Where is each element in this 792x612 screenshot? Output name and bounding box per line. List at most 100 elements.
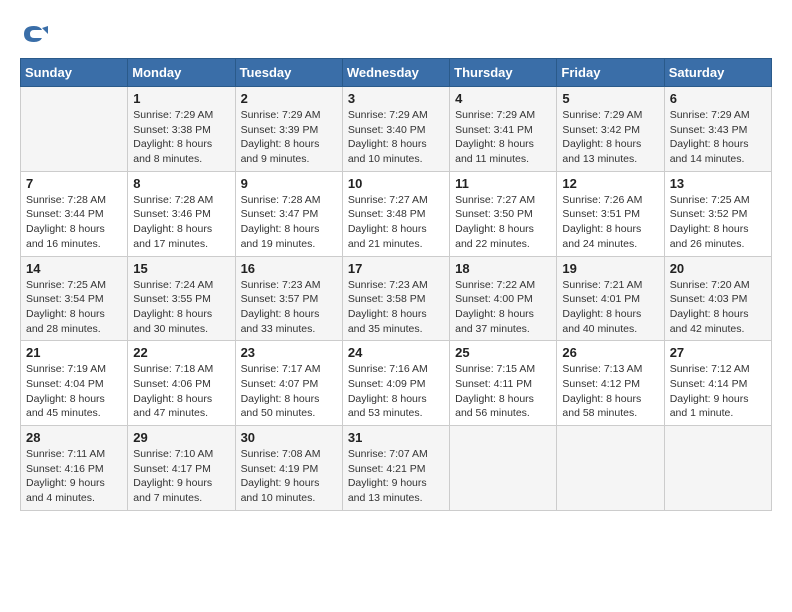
header-day-tuesday: Tuesday: [235, 59, 342, 87]
week-row-3: 14 Sunrise: 7:25 AMSunset: 3:54 PMDayligh…: [21, 256, 772, 341]
day-number: 25: [455, 345, 551, 360]
day-number: 17: [348, 261, 444, 276]
cell-info: Sunrise: 7:08 AMSunset: 4:19 PMDaylight:…: [241, 447, 337, 506]
calendar-cell: 11Sunrise: 7:27 AMSunset: 3:50 PMDayligh…: [450, 171, 557, 256]
calendar-cell: 6Sunrise: 7:29 AMSunset: 3:43 PMDaylight…: [664, 87, 771, 172]
day-number: 4: [455, 91, 551, 106]
calendar-cell: 19 Sunrise: 7:21 AMSunset: 4:01 PMDayligh…: [557, 256, 664, 341]
day-number: 28: [26, 430, 122, 445]
cell-info: Sunrise: 7:25 AMSunset: 3:54 PMDaylight:…: [26, 278, 122, 337]
cell-info: Sunrise: 7:25 AMSunset: 3:52 PMDaylight:…: [670, 193, 766, 252]
cell-info: Sunrise: 7:29 AMSunset: 3:38 PMDaylight:…: [133, 108, 229, 167]
day-number: 31: [348, 430, 444, 445]
header-day-sunday: Sunday: [21, 59, 128, 87]
day-number: 2: [241, 91, 337, 106]
calendar-cell: 14 Sunrise: 7:25 AMSunset: 3:54 PMDayligh…: [21, 256, 128, 341]
calendar-cell: 31Sunrise: 7:07 AMSunset: 4:21 PMDayligh…: [342, 426, 449, 511]
cell-info: Sunrise: 7:29 AMSunset: 3:43 PMDaylight:…: [670, 108, 766, 167]
cell-info: Sunrise: 7:29 AMSunset: 3:40 PMDaylight:…: [348, 108, 444, 167]
week-row-2: 7 Sunrise: 7:28 AMSunset: 3:44 PMDaylight…: [21, 171, 772, 256]
cell-info: Sunrise: 7:27 AMSunset: 3:48 PMDaylight:…: [348, 193, 444, 252]
day-number: 8: [133, 176, 229, 191]
calendar-cell: 7 Sunrise: 7:28 AMSunset: 3:44 PMDaylight…: [21, 171, 128, 256]
calendar-cell: 12 Sunrise: 7:26 AMSunset: 3:51 PMDayligh…: [557, 171, 664, 256]
day-number: 1: [133, 91, 229, 106]
calendar-cell: 10Sunrise: 7:27 AMSunset: 3:48 PMDayligh…: [342, 171, 449, 256]
cell-info: Sunrise: 7:11 AMSunset: 4:16 PMDaylight:…: [26, 447, 122, 506]
day-number: 27: [670, 345, 766, 360]
calendar-cell: 24Sunrise: 7:16 AMSunset: 4:09 PMDayligh…: [342, 341, 449, 426]
calendar-cell: [557, 426, 664, 511]
calendar-cell: 28 Sunrise: 7:11 AMSunset: 4:16 PMDayligh…: [21, 426, 128, 511]
cell-info: Sunrise: 7:29 AMSunset: 3:39 PMDaylight:…: [241, 108, 337, 167]
calendar-cell: 25 Sunrise: 7:15 AMSunset: 4:11 PMDayligh…: [450, 341, 557, 426]
day-number: 19: [562, 261, 658, 276]
cell-info: Sunrise: 7:28 AMSunset: 3:44 PMDaylight:…: [26, 193, 122, 252]
cell-info: Sunrise: 7:18 AMSunset: 4:06 PMDaylight:…: [133, 362, 229, 421]
logo-icon: [20, 20, 48, 48]
header-day-thursday: Thursday: [450, 59, 557, 87]
cell-info: Sunrise: 7:23 AMSunset: 3:57 PMDaylight:…: [241, 278, 337, 337]
day-number: 21: [26, 345, 122, 360]
cell-info: Sunrise: 7:29 AMSunset: 3:41 PMDaylight:…: [455, 108, 551, 167]
calendar-cell: [450, 426, 557, 511]
header-day-friday: Friday: [557, 59, 664, 87]
cell-info: Sunrise: 7:15 AMSunset: 4:11 PMDaylight:…: [455, 362, 551, 421]
cell-info: Sunrise: 7:19 AMSunset: 4:04 PMDaylight:…: [26, 362, 122, 421]
cell-info: Sunrise: 7:23 AMSunset: 3:58 PMDaylight:…: [348, 278, 444, 337]
day-number: 5: [562, 91, 658, 106]
cell-info: Sunrise: 7:29 AMSunset: 3:42 PMDaylight:…: [562, 108, 658, 167]
calendar-cell: 27 Sunrise: 7:12 AMSunset: 4:14 PMDayligh…: [664, 341, 771, 426]
calendar-cell: 20Sunrise: 7:20 AMSunset: 4:03 PMDayligh…: [664, 256, 771, 341]
cell-info: Sunrise: 7:28 AMSunset: 3:47 PMDaylight:…: [241, 193, 337, 252]
calendar-cell: 3 Sunrise: 7:29 AMSunset: 3:40 PMDaylight…: [342, 87, 449, 172]
header-day-monday: Monday: [128, 59, 235, 87]
day-number: 12: [562, 176, 658, 191]
week-row-4: 21 Sunrise: 7:19 AMSunset: 4:04 PMDayligh…: [21, 341, 772, 426]
calendar-cell: 8 Sunrise: 7:28 AMSunset: 3:46 PMDaylight…: [128, 171, 235, 256]
calendar-cell: 9 Sunrise: 7:28 AMSunset: 3:47 PMDaylight…: [235, 171, 342, 256]
calendar-cell: 15Sunrise: 7:24 AMSunset: 3:55 PMDayligh…: [128, 256, 235, 341]
day-number: 24: [348, 345, 444, 360]
calendar-cell: [21, 87, 128, 172]
day-number: 13: [670, 176, 766, 191]
header-row: SundayMondayTuesdayWednesdayThursdayFrid…: [21, 59, 772, 87]
calendar-cell: 5 Sunrise: 7:29 AMSunset: 3:42 PMDaylight…: [557, 87, 664, 172]
calendar-cell: 17 Sunrise: 7:23 AMSunset: 3:58 PMDayligh…: [342, 256, 449, 341]
week-row-1: 1 Sunrise: 7:29 AMSunset: 3:38 PMDaylight…: [21, 87, 772, 172]
cell-info: Sunrise: 7:21 AMSunset: 4:01 PMDaylight:…: [562, 278, 658, 337]
calendar-cell: 29Sunrise: 7:10 AMSunset: 4:17 PMDayligh…: [128, 426, 235, 511]
cell-info: Sunrise: 7:26 AMSunset: 3:51 PMDaylight:…: [562, 193, 658, 252]
calendar-cell: 21 Sunrise: 7:19 AMSunset: 4:04 PMDayligh…: [21, 341, 128, 426]
header-day-saturday: Saturday: [664, 59, 771, 87]
day-number: 7: [26, 176, 122, 191]
cell-info: Sunrise: 7:22 AMSunset: 4:00 PMDaylight:…: [455, 278, 551, 337]
calendar-cell: 30 Sunrise: 7:08 AMSunset: 4:19 PMDayligh…: [235, 426, 342, 511]
header-day-wednesday: Wednesday: [342, 59, 449, 87]
cell-info: Sunrise: 7:17 AMSunset: 4:07 PMDaylight:…: [241, 362, 337, 421]
calendar-cell: 22 Sunrise: 7:18 AMSunset: 4:06 PMDayligh…: [128, 341, 235, 426]
day-number: 14: [26, 261, 122, 276]
calendar-cell: 16Sunrise: 7:23 AMSunset: 3:57 PMDayligh…: [235, 256, 342, 341]
cell-info: Sunrise: 7:27 AMSunset: 3:50 PMDaylight:…: [455, 193, 551, 252]
day-number: 18: [455, 261, 551, 276]
calendar-cell: [664, 426, 771, 511]
calendar-cell: 4 Sunrise: 7:29 AMSunset: 3:41 PMDaylight…: [450, 87, 557, 172]
cell-info: Sunrise: 7:28 AMSunset: 3:46 PMDaylight:…: [133, 193, 229, 252]
calendar-cell: 26Sunrise: 7:13 AMSunset: 4:12 PMDayligh…: [557, 341, 664, 426]
day-number: 9: [241, 176, 337, 191]
cell-info: Sunrise: 7:12 AMSunset: 4:14 PMDaylight:…: [670, 362, 766, 421]
cell-info: Sunrise: 7:24 AMSunset: 3:55 PMDaylight:…: [133, 278, 229, 337]
calendar-cell: 23Sunrise: 7:17 AMSunset: 4:07 PMDayligh…: [235, 341, 342, 426]
day-number: 20: [670, 261, 766, 276]
week-row-5: 28 Sunrise: 7:11 AMSunset: 4:16 PMDayligh…: [21, 426, 772, 511]
day-number: 22: [133, 345, 229, 360]
day-number: 30: [241, 430, 337, 445]
calendar-cell: 2 Sunrise: 7:29 AMSunset: 3:39 PMDaylight…: [235, 87, 342, 172]
cell-info: Sunrise: 7:10 AMSunset: 4:17 PMDaylight:…: [133, 447, 229, 506]
calendar-cell: 18 Sunrise: 7:22 AMSunset: 4:00 PMDayligh…: [450, 256, 557, 341]
day-number: 3: [348, 91, 444, 106]
calendar-table: SundayMondayTuesdayWednesdayThursdayFrid…: [20, 58, 772, 511]
calendar-cell: 13 Sunrise: 7:25 AMSunset: 3:52 PMDayligh…: [664, 171, 771, 256]
day-number: 26: [562, 345, 658, 360]
